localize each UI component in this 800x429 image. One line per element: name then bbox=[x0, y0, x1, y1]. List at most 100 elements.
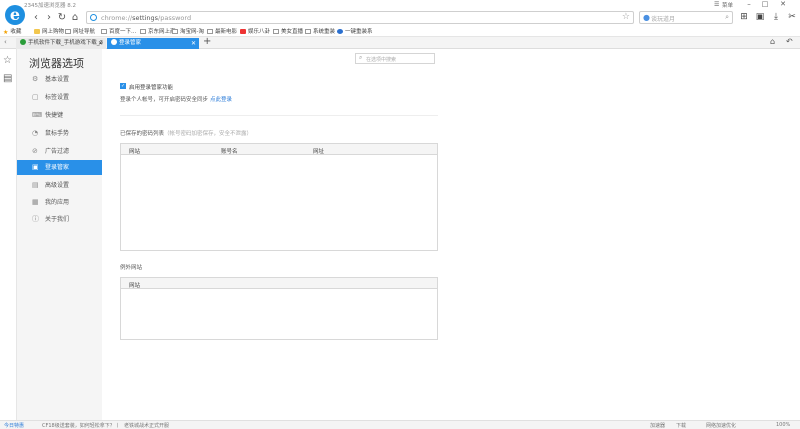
bookmark-item[interactable]: 一键重装系 bbox=[337, 27, 373, 35]
sidebar-item-label: 鼠标手势 bbox=[45, 130, 70, 137]
settings-favicon-icon bbox=[111, 39, 117, 45]
bookmark-item[interactable]: 美女直播 bbox=[273, 27, 303, 35]
tab-close-icon[interactable]: ✕ bbox=[191, 38, 196, 49]
tab-icon: ▢ bbox=[32, 93, 39, 101]
search-engine-icon[interactable]: ● bbox=[643, 13, 650, 22]
sidebar-item-advanced[interactable]: ▤ 高级设置 bbox=[17, 178, 102, 193]
bookmark-label: 娱乐八卦 bbox=[248, 29, 271, 35]
lock-icon: ▣ bbox=[32, 163, 39, 171]
status-network-optimize[interactable]: 网络加速优化 bbox=[706, 422, 736, 429]
forward-arrow-icon[interactable]: › bbox=[43, 10, 55, 25]
bookmark-label: 美女直播 bbox=[281, 29, 304, 35]
page-icon bbox=[101, 28, 107, 34]
exceptions-table: 网站 bbox=[120, 277, 438, 340]
status-promo-label[interactable]: 今日特惠 bbox=[4, 422, 24, 429]
nav-bar: ‹ › ↻ ⌂ chrome://settings/password ☆ ● 谈… bbox=[26, 10, 800, 25]
bookmark-star-icon[interactable]: ☆ bbox=[622, 12, 630, 22]
bookmark-item[interactable]: 娱乐八卦 bbox=[240, 27, 270, 35]
page-icon bbox=[207, 28, 213, 34]
sidebar-item-label: 标签设置 bbox=[45, 94, 70, 101]
page-icon bbox=[305, 28, 311, 34]
search-box[interactable]: ● 谈玩道月 ⌕ bbox=[639, 11, 733, 24]
settings-search-placeholder: 在选项中搜索 bbox=[366, 56, 397, 63]
status-accelerator[interactable]: 加速器 bbox=[650, 422, 665, 429]
bookmark-item[interactable]: 京东网上商 bbox=[140, 27, 176, 35]
tab-mobile-software[interactable]: 手机软件下载_手机游戏下载_3 ✕ bbox=[16, 38, 106, 49]
menu-button[interactable]: 菜单 bbox=[722, 1, 733, 9]
page-icon bbox=[172, 28, 178, 34]
title-bar: 2345加速浏览器 8.2 ☰ 菜单 – □ ✕ bbox=[0, 0, 800, 10]
status-news-item[interactable]: 老铁城战术正式开服 bbox=[124, 422, 169, 429]
undo-close-icon[interactable]: ↶ bbox=[786, 37, 793, 46]
bookmark-item[interactable]: 百度一下... bbox=[101, 27, 136, 35]
page-icon bbox=[140, 28, 146, 34]
bookmark-item[interactable]: 系统重装 bbox=[305, 27, 335, 35]
page-icon bbox=[273, 28, 279, 34]
login-hint: 登录个人帐号，可开启密码安全同步 点此登录 bbox=[120, 95, 232, 103]
login-link[interactable]: 点此登录 bbox=[210, 97, 232, 103]
back-arrow-icon[interactable]: ‹ bbox=[30, 10, 42, 25]
tab-login-manager[interactable]: 登录管家 ✕ bbox=[107, 38, 199, 49]
search-input[interactable]: 谈玩道月 bbox=[651, 14, 675, 23]
mouse-icon: ◔ bbox=[32, 129, 39, 137]
sidebar-item-label: 快捷键 bbox=[45, 112, 64, 119]
sidebar-item-shortcuts[interactable]: ⌨ 快捷键 bbox=[17, 108, 102, 123]
home-icon[interactable]: ⌂ bbox=[69, 10, 81, 25]
apps-grid-icon[interactable]: ⊞ bbox=[738, 11, 750, 24]
enable-login-manager-label: 启用登录管家功能 bbox=[129, 85, 174, 91]
bookmark-item[interactable]: 网址导航 bbox=[65, 27, 95, 35]
page-icon bbox=[65, 28, 71, 34]
bookmark-item[interactable]: 网上购物 bbox=[34, 27, 64, 35]
tab-close-icon[interactable]: ✕ bbox=[98, 38, 103, 49]
sidebar-item-my-apps[interactable]: ▦ 我的应用 bbox=[17, 195, 102, 210]
shield-icon bbox=[337, 28, 343, 34]
new-tab-plus-icon[interactable]: + bbox=[203, 36, 211, 47]
star-icon: ★ bbox=[3, 28, 9, 36]
settings-content: ⌕ 在选项中搜索 ✓ 启用登录管家功能 登录个人帐号，可开启密码安全同步 点此登录… bbox=[102, 49, 800, 420]
bookmark-item[interactable]: ★ 收藏 bbox=[3, 27, 22, 36]
sidebar-item-login-manager[interactable]: ▣ 登录管家 bbox=[17, 160, 102, 175]
download-icon[interactable]: ⤓ bbox=[770, 11, 782, 24]
sidebar-item-basic[interactable]: ⚙ 基本设置 bbox=[17, 72, 102, 87]
favorites-star-icon[interactable]: ☆ bbox=[3, 55, 12, 66]
maximize-button[interactable]: □ bbox=[758, 0, 772, 8]
bookmark-item[interactable]: 最新电影 bbox=[207, 27, 237, 35]
tab-scroll-left-icon[interactable]: ‹ bbox=[4, 38, 7, 46]
history-icon[interactable]: ▤ bbox=[3, 73, 12, 84]
settings-search-input[interactable]: ⌕ 在选项中搜索 bbox=[355, 53, 435, 64]
scissors-icon[interactable]: ✂ bbox=[786, 11, 798, 24]
sidebar-item-tabs[interactable]: ▢ 标签设置 bbox=[17, 90, 102, 105]
image-icon[interactable]: ▣ bbox=[754, 11, 766, 24]
sidebar-item-mouse-gestures[interactable]: ◔ 鼠标手势 bbox=[17, 126, 102, 141]
url-path: settings bbox=[132, 14, 159, 22]
folder-icon bbox=[34, 28, 40, 34]
exceptions-header: 网站 bbox=[121, 278, 437, 289]
sidebar-item-about[interactable]: ⓘ 关于我们 bbox=[17, 212, 102, 227]
login-hint-text: 登录个人帐号，可开启密码安全同步 bbox=[120, 97, 209, 103]
status-news-item[interactable]: CF18级送套装，如何轻松拿下？丨 bbox=[42, 422, 120, 429]
saved-passwords-note: （帐号密码加密保存，安全不泄露） bbox=[164, 131, 253, 137]
column-header-url: 网址 bbox=[313, 148, 325, 155]
url-suffix: /password bbox=[158, 14, 192, 22]
bookmarks-bar: ★ 收藏 网上购物 网址导航 百度一下... 京东网上商 淘宝网-淘 最新电影 娱… bbox=[0, 25, 800, 37]
close-button[interactable]: ✕ bbox=[776, 0, 790, 8]
minimize-button[interactable]: – bbox=[742, 0, 756, 8]
search-icon[interactable]: ⌕ bbox=[725, 13, 729, 22]
sidebar-item-label: 广告过滤 bbox=[45, 148, 70, 155]
address-bar[interactable]: chrome://settings/password ☆ bbox=[86, 11, 634, 24]
url-text[interactable]: chrome://settings/password bbox=[101, 14, 191, 22]
search-icon: ⌕ bbox=[359, 54, 363, 61]
status-zoom[interactable]: 100% bbox=[776, 422, 790, 428]
browser-logo[interactable]: e bbox=[5, 5, 25, 25]
status-download[interactable]: 下载 bbox=[676, 422, 686, 429]
enable-login-manager-checkbox[interactable]: ✓ bbox=[120, 83, 126, 89]
menu-icon[interactable]: ☰ bbox=[714, 1, 719, 8]
reload-icon[interactable]: ↻ bbox=[56, 10, 68, 25]
advanced-icon: ▤ bbox=[32, 181, 39, 189]
sidebar-item-label: 我的应用 bbox=[45, 199, 70, 206]
lock-tab-icon[interactable]: ⌂ bbox=[770, 37, 775, 46]
bookmark-label: 收藏 bbox=[10, 29, 22, 35]
bookmark-item[interactable]: 淘宝网-淘 bbox=[172, 27, 204, 35]
sidebar-item-label: 登录管家 bbox=[45, 164, 70, 171]
sidebar-item-ad-filter[interactable]: ⊘ 广告过滤 bbox=[17, 144, 102, 159]
